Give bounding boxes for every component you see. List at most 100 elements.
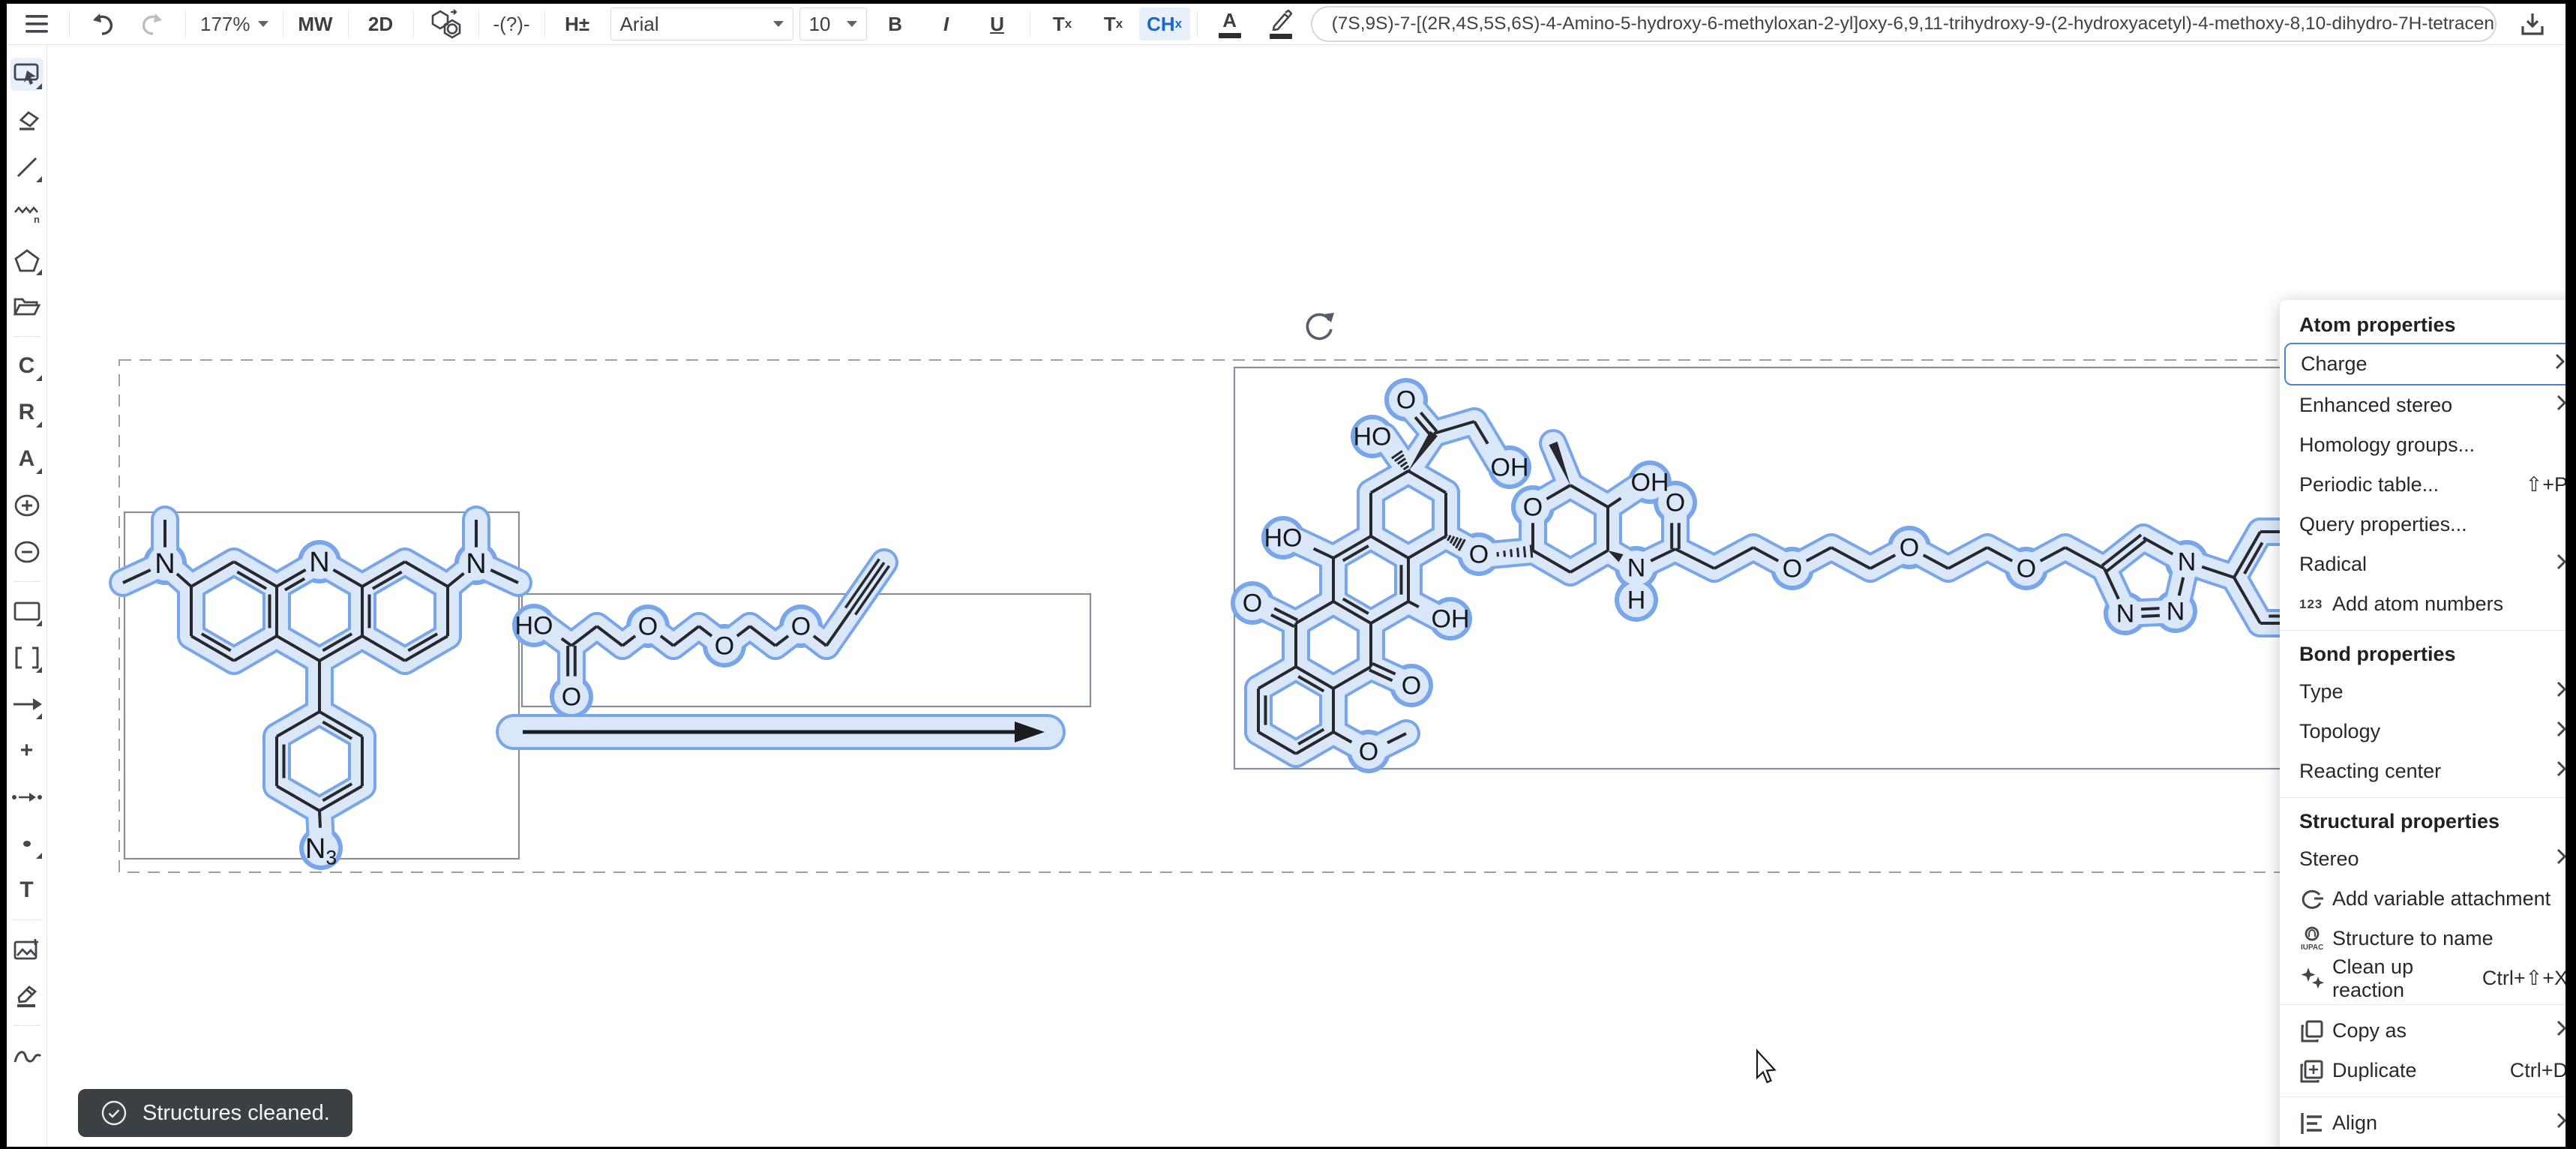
italic-button[interactable]: I (921, 8, 972, 40)
plus-circle-icon (13, 494, 41, 518)
reaction-plus-tool[interactable]: + (10, 734, 43, 767)
rgroup-tool[interactable]: R (10, 396, 43, 429)
menu-divider (2280, 1004, 2566, 1005)
menu-item-duplicate[interactable]: DuplicateCtrl+D (2280, 1051, 2566, 1090)
charge-minus-tool[interactable] (10, 536, 43, 568)
eraser-tool[interactable] (10, 104, 43, 137)
atom-label[interactable]: N (2167, 598, 2185, 626)
atom-label[interactable]: O (1396, 386, 1416, 415)
atom-label[interactable]: OH (1491, 454, 1529, 482)
freehand-tool[interactable] (10, 1039, 43, 1072)
atom-label[interactable]: O (1666, 489, 1685, 518)
atom-label[interactable]: HO (1264, 524, 1303, 553)
highlight-color-button[interactable] (1255, 8, 1306, 40)
subscript-button[interactable]: Tx (1088, 8, 1139, 40)
menu-item-enhanced-stereo[interactable]: Enhanced stereo (2280, 386, 2566, 425)
ring-icon (13, 248, 40, 273)
menu-item-charge[interactable]: Charge (2284, 343, 2566, 386)
menu-item-label: Copy as (2332, 1019, 2556, 1042)
selection-tool[interactable] (10, 58, 43, 91)
check-circle-icon (100, 1100, 127, 1126)
text-tool[interactable]: T (10, 874, 43, 907)
atom-label[interactable]: O (638, 613, 658, 641)
menu-item-radical[interactable]: Radical (2280, 544, 2566, 584)
download-button[interactable] (2507, 8, 2558, 40)
menu-item-add-variable-attachment[interactable]: Add variable attachment (2280, 879, 2566, 919)
atom-label[interactable]: O (1402, 672, 1421, 700)
undo-button[interactable] (76, 8, 127, 40)
chain-tool[interactable]: n (10, 197, 43, 230)
font-color-button[interactable]: A (1204, 8, 1255, 40)
chevron-right-icon (2556, 1019, 2566, 1042)
atom-label[interactable]: H (1627, 586, 1646, 615)
atom-label[interactable]: N (466, 548, 486, 580)
chemical-formula-button[interactable]: CHx (1139, 8, 1190, 40)
reaction-mapping-tool[interactable] (10, 781, 43, 814)
atom-label[interactable]: O (1900, 534, 1919, 562)
atom-label[interactable]: OH (1432, 605, 1470, 634)
atom-label[interactable]: O (1243, 590, 1262, 618)
atom-label[interactable]: N (2178, 548, 2197, 577)
atom-label[interactable]: O (791, 613, 811, 641)
atom-label[interactable]: O (1783, 555, 1802, 584)
menu-item-clean-up-reaction[interactable]: Clean up reactionCtrl+⇧+X (2280, 958, 2566, 998)
atom-label[interactable]: O (1359, 738, 1378, 766)
shape-tool[interactable] (10, 595, 43, 628)
molecular-weight-button[interactable]: MW (290, 8, 341, 40)
font-family-select[interactable]: Arial (610, 8, 793, 40)
menu-item-copy-as[interactable]: Copy as (2280, 1011, 2566, 1051)
template-library-tool[interactable] (10, 290, 43, 323)
atom-label[interactable]: N (1627, 554, 1646, 583)
menu-item-homology-groups[interactable]: Homology groups... (2280, 425, 2566, 465)
bond-tool[interactable] (10, 151, 43, 184)
menu-section-header: Atom properties (2280, 308, 2566, 343)
structure-name-field[interactable]: (7S,9S)-7-[(2R,4S,5S,6S)-4-Amino-5-hydro… (1311, 6, 2497, 42)
menu-item-stereo[interactable]: Stereo (2280, 839, 2566, 879)
canvas[interactable]: NNNN3HOOOOOOHOOHHOOOHOOOOOHNHOOOONNN (7, 4, 2566, 1147)
highlight-tool[interactable] (10, 980, 43, 1012)
menu-item-align[interactable]: Align (2280, 1103, 2566, 1143)
atom-label[interactable]: N (154, 548, 175, 580)
chevron-right-icon (2556, 1112, 2566, 1135)
menu-item-structure-to-name[interactable]: IUPACStructure to name (2280, 919, 2566, 958)
reaction-arrow-tool[interactable] (10, 688, 43, 721)
menu-item-reacting-center[interactable]: Reacting center (2280, 752, 2566, 791)
superscript-button[interactable]: Tx (1037, 8, 1088, 40)
atom-label[interactable]: O (1469, 541, 1489, 569)
atom-label[interactable]: O (562, 683, 581, 712)
underline-button[interactable]: U (972, 8, 1023, 40)
atom-label[interactable]: N (2116, 600, 2135, 628)
atom-label[interactable]: O (715, 632, 734, 661)
atom-carbon-tool[interactable]: C (10, 350, 43, 382)
stereo-dot-tool[interactable] (10, 827, 43, 860)
bold-button[interactable]: B (870, 8, 921, 40)
cip-priority-button[interactable]: -(?)- (486, 8, 538, 40)
atom-label[interactable]: O (2017, 555, 2036, 584)
atom-label[interactable]: HO (515, 612, 553, 640)
bracket-tool[interactable] (10, 641, 43, 674)
menu-item-label: Homology groups... (2299, 434, 2566, 457)
charge-plus-tool[interactable] (10, 489, 43, 522)
atom-label[interactable]: OH (1631, 469, 1669, 497)
ring-template-tool[interactable] (10, 244, 43, 277)
menu-item-type[interactable]: Type (2280, 672, 2566, 712)
atom-label[interactable]: O (1523, 494, 1543, 522)
add-remove-hydrogens-button[interactable]: H± (552, 8, 603, 40)
atom-label[interactable]: N (309, 547, 329, 578)
zoom-select[interactable]: 177% (193, 8, 276, 40)
any-atom-tool[interactable]: A (10, 442, 43, 476)
aromatize-button[interactable] (421, 8, 472, 40)
chevron-icon (2556, 848, 2566, 866)
image-tool[interactable] (10, 933, 43, 966)
redo-button[interactable] (127, 8, 178, 40)
menu-item-topology[interactable]: Topology (2280, 712, 2566, 752)
2d-layout-button[interactable]: 2D (355, 8, 406, 40)
atom-label[interactable]: HO (1354, 423, 1392, 452)
font-size-select[interactable]: 10 (799, 8, 867, 40)
menu-item-add-atom-numbers[interactable]: 123Add atom numbers (2280, 584, 2566, 624)
svg-text:n: n (34, 214, 40, 225)
menu-item-periodic-table[interactable]: Periodic table...⇧+P (2280, 465, 2566, 505)
menu-item-query-properties[interactable]: Query properties... (2280, 505, 2566, 544)
menu-divider (2280, 797, 2566, 798)
main-menu-button[interactable] (11, 8, 62, 40)
